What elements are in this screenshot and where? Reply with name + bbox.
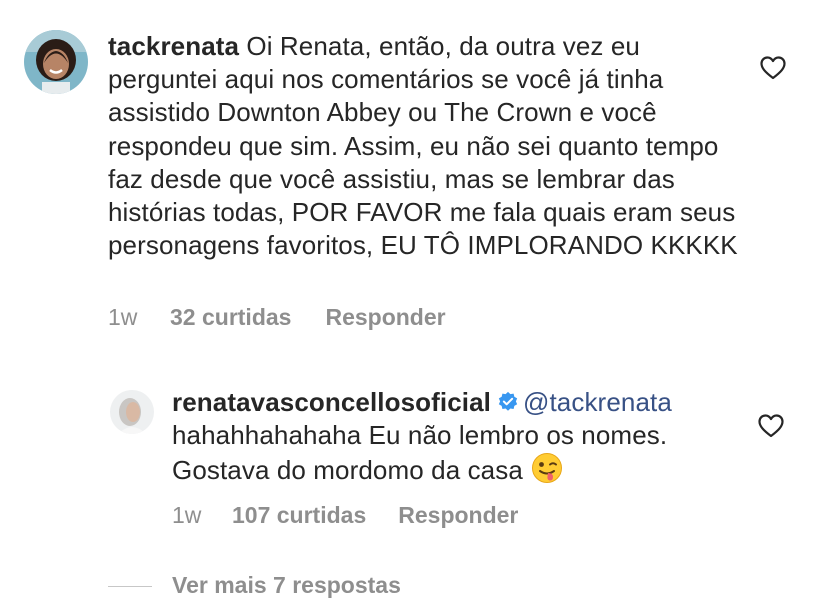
comment-meta: 1w 32 curtidas Responder bbox=[108, 304, 446, 331]
comment-username[interactable]: tackrenata bbox=[108, 31, 239, 61]
replier-avatar[interactable] bbox=[110, 390, 154, 434]
reply-mention-link[interactable]: @tackrenata bbox=[523, 387, 672, 417]
comment-like-heart-icon[interactable] bbox=[760, 56, 786, 80]
reply-reply-button[interactable]: Responder bbox=[398, 502, 518, 529]
reply-timestamp[interactable]: 1w bbox=[172, 502, 230, 529]
comment-reply-button[interactable]: Responder bbox=[325, 304, 445, 331]
comment-timestamp[interactable]: 1w bbox=[108, 304, 166, 331]
view-more-replies-label[interactable]: Ver mais 7 respostas bbox=[172, 572, 401, 598]
view-more-replies-button[interactable]: Ver mais 7 respostas bbox=[108, 572, 401, 599]
replier-avatar-photo bbox=[110, 390, 154, 434]
replies-divider-line bbox=[108, 586, 152, 588]
reply-username[interactable]: renatavasconcellosoficial bbox=[172, 387, 491, 417]
reply-text: hahahhahahaha Eu não lembro os nomes. Go… bbox=[172, 420, 668, 486]
comment-text: Oi Renata, então, da outra vez eu pergun… bbox=[108, 31, 738, 261]
verified-badge-icon bbox=[498, 391, 518, 411]
comment-likes-count[interactable]: 32 curtidas bbox=[170, 304, 291, 331]
commenter-avatar[interactable] bbox=[24, 30, 88, 94]
reply-meta: 1w 107 curtidas Responder bbox=[172, 502, 518, 529]
reply-body: renatavasconcellosoficial @tackrenata hah… bbox=[172, 386, 752, 488]
reply-like-heart-icon[interactable] bbox=[758, 414, 784, 438]
reply-likes-count[interactable]: 107 curtidas bbox=[232, 502, 366, 529]
winking-face-with-tongue-emoji bbox=[531, 453, 562, 484]
comment-body: tackrenata Oi Renata, então, da outra ve… bbox=[108, 30, 748, 262]
avatar-photo bbox=[24, 30, 88, 94]
